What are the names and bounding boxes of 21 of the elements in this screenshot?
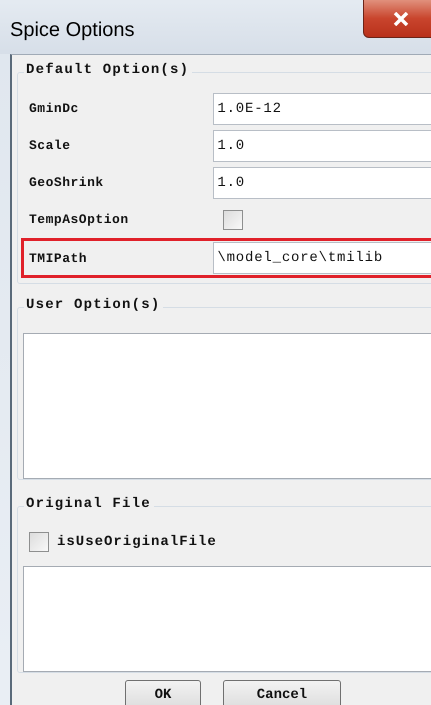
field-label: GminDc [29,101,80,116]
text-area[interactable] [23,566,431,672]
checkbox[interactable] [223,210,243,230]
checkbox-label: isUseOriginalFile [57,534,217,550]
dialog-button[interactable]: OK [125,680,201,705]
field-label: Scale [29,138,72,153]
window-title: Spice Options [10,19,135,42]
field-label: TempAsOption [29,212,130,227]
close-icon [393,12,409,26]
input-field[interactable]: 1.0 [213,166,431,198]
group-title: User Option(s) [24,297,164,313]
group-title: Default Option(s) [24,62,192,78]
field-label: TMIPath [29,250,88,266]
input-field[interactable]: 1.0E-12 [213,92,431,124]
input-field[interactable]: 1.0 [213,130,431,162]
close-button[interactable] [363,0,431,38]
checkbox[interactable] [29,532,49,552]
field-label: GeoShrink [29,175,105,190]
dialog-button[interactable]: Cancel [223,680,341,705]
group-title: Original File [24,496,154,512]
input-field[interactable]: \model_core\tmilib [213,242,431,274]
